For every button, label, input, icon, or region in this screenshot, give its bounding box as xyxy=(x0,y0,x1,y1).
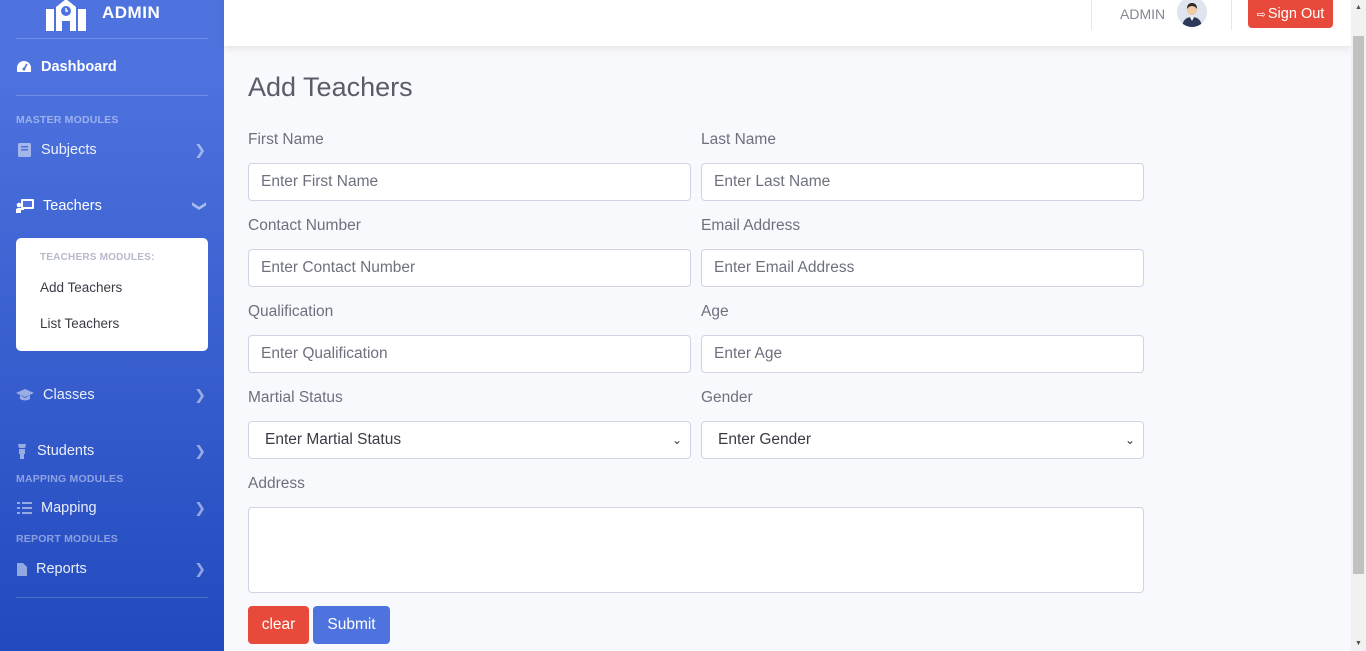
sign-out-icon: ⇨ xyxy=(1256,8,1266,21)
last-name-input[interactable]: Enter Last Name xyxy=(701,163,1144,201)
sidebar-divider xyxy=(16,95,208,96)
brand-name: ADMIN xyxy=(102,3,161,22)
sidebar: ADMIN Dashboard MASTER MODULES Subjects … xyxy=(0,0,224,651)
age-label: Age xyxy=(701,303,729,320)
sign-out-label: Sign Out xyxy=(1267,6,1325,22)
sidebar-item-teachers[interactable]: Teachers ❯ xyxy=(0,174,224,238)
address-textarea[interactable] xyxy=(248,507,1144,593)
gender-label: Gender xyxy=(701,389,753,406)
email-placeholder: Enter Email Address xyxy=(714,259,855,276)
topbar-divider xyxy=(1091,0,1092,30)
teachers-submenu: TEACHERS MODULES: Add Teachers List Teac… xyxy=(16,238,208,351)
first-name-label: First Name xyxy=(248,131,324,148)
avatar xyxy=(1177,0,1208,27)
tachometer-icon xyxy=(16,59,32,75)
graduation-cap-icon xyxy=(16,387,34,403)
chevron-right-icon: ❯ xyxy=(194,386,206,403)
scrollbar-thumb[interactable] xyxy=(1353,36,1364,574)
sidebar-item-classes[interactable]: Classes ❯ xyxy=(0,367,224,423)
martial-status-label: Martial Status xyxy=(248,389,343,406)
email-input[interactable]: Enter Email Address xyxy=(701,249,1144,287)
email-group: Email Address Enter Email Address xyxy=(701,217,1144,287)
sidebar-item-label: Reports xyxy=(36,561,87,577)
email-label: Email Address xyxy=(701,217,801,234)
gender-select[interactable]: Enter Gender ⌄ xyxy=(701,421,1144,459)
martial-status-select[interactable]: Enter Martial Status ⌄ xyxy=(248,421,691,459)
scroll-up-arrow-icon[interactable]: ▲ xyxy=(1355,4,1362,11)
user-dropdown[interactable]: ADMIN xyxy=(1120,0,1208,28)
first-name-input[interactable]: Enter First Name xyxy=(248,163,691,201)
sidebar-item-label: Subjects xyxy=(41,142,97,158)
submenu-item-add-teachers[interactable]: Add Teachers xyxy=(16,269,208,305)
chevron-right-icon: ❯ xyxy=(194,141,206,158)
page-scrollbar[interactable]: ▲ ▼ xyxy=(1351,0,1366,651)
topbar: ADMIN ⇨ Sign Out xyxy=(224,0,1351,46)
sidebar-divider xyxy=(16,597,208,598)
sidebar-item-label: Mapping xyxy=(41,500,97,516)
sidebar-heading-master: MASTER MODULES xyxy=(16,114,119,126)
user-graduate-icon xyxy=(16,443,28,459)
first-name-placeholder: Enter First Name xyxy=(261,173,379,190)
chevron-right-icon: ❯ xyxy=(194,560,206,577)
sidebar-item-label: Students xyxy=(37,443,95,459)
school-icon xyxy=(44,0,88,31)
chevron-right-icon: ❯ xyxy=(194,442,206,459)
sidebar-heading-report: REPORT MODULES xyxy=(16,533,118,545)
age-group: Age Enter Age xyxy=(701,303,1144,373)
qualification-placeholder: Enter Qualification xyxy=(261,345,388,362)
topbar-divider xyxy=(1231,0,1232,30)
chevron-right-icon: ❯ xyxy=(194,499,206,516)
last-name-group: Last Name Enter Last Name xyxy=(701,131,1144,201)
chevron-down-icon: ⌄ xyxy=(671,433,682,447)
sidebar-item-dashboard[interactable]: Dashboard xyxy=(0,39,224,95)
sidebar-item-reports[interactable]: Reports ❯ xyxy=(0,545,224,593)
martial-status-value: Enter Martial Status xyxy=(265,431,402,448)
contact-placeholder: Enter Contact Number xyxy=(261,259,416,276)
contact-label: Contact Number xyxy=(248,217,361,234)
sidebar-item-label: Teachers xyxy=(43,198,102,214)
page-title: Add Teachers xyxy=(248,72,413,102)
sidebar-item-mapping[interactable]: Mapping ❯ xyxy=(0,485,224,531)
sign-out-button[interactable]: ⇨ Sign Out xyxy=(1248,0,1333,28)
chalkboard-teacher-icon xyxy=(16,198,34,214)
submenu-item-list-teachers[interactable]: List Teachers xyxy=(16,305,208,341)
sidebar-item-subjects[interactable]: Subjects ❯ xyxy=(0,126,224,174)
address-group: Address xyxy=(248,475,1144,593)
file-icon xyxy=(16,561,27,577)
clear-button[interactable]: clear xyxy=(248,606,309,644)
book-icon xyxy=(16,142,32,158)
gender-group: Gender Enter Gender ⌄ xyxy=(701,389,1144,459)
sidebar-item-label: Classes xyxy=(43,387,95,403)
qualification-label: Qualification xyxy=(248,303,334,320)
address-label: Address xyxy=(248,475,305,492)
submit-button[interactable]: Submit xyxy=(313,606,390,644)
contact-number-input[interactable]: Enter Contact Number xyxy=(248,249,691,287)
last-name-label: Last Name xyxy=(701,131,776,148)
sidebar-brand[interactable]: ADMIN xyxy=(0,0,224,36)
tasks-icon xyxy=(16,500,32,516)
chevron-down-icon: ❯ xyxy=(192,200,209,212)
age-input[interactable]: Enter Age xyxy=(701,335,1144,373)
martial-status-group: Martial Status Enter Martial Status ⌄ xyxy=(248,389,691,459)
gender-value: Enter Gender xyxy=(718,431,812,448)
contact-group: Contact Number Enter Contact Number xyxy=(248,217,691,287)
last-name-placeholder: Enter Last Name xyxy=(714,173,831,190)
chevron-down-icon: ⌄ xyxy=(1124,433,1135,447)
submenu-heading: TEACHERS MODULES: xyxy=(40,252,155,263)
first-name-group: First Name Enter First Name xyxy=(248,131,691,201)
scroll-down-arrow-icon[interactable]: ▼ xyxy=(1355,640,1362,647)
age-placeholder: Enter Age xyxy=(714,345,783,362)
qualification-input[interactable]: Enter Qualification xyxy=(248,335,691,373)
sidebar-item-label: Dashboard xyxy=(41,59,117,75)
qualification-group: Qualification Enter Qualification xyxy=(248,303,691,373)
sidebar-item-students[interactable]: Students ❯ xyxy=(0,423,224,479)
user-name: ADMIN xyxy=(1120,6,1166,22)
